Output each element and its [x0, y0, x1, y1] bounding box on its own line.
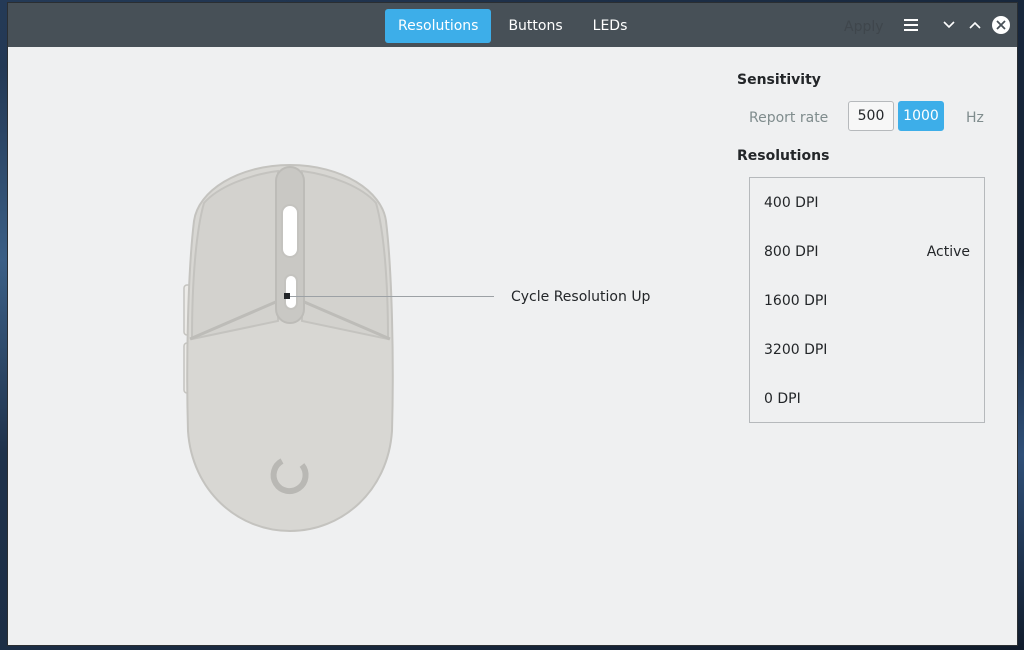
resolutions-list: 400 DPI 800 DPI Active 1600 DPI 3200 DPI…	[749, 177, 985, 423]
titlebar: Resolutions Buttons LEDs Apply	[8, 3, 1017, 47]
resolution-item[interactable]: 800 DPI Active	[750, 227, 984, 276]
main-content: Cycle Resolution Up Sensitivity Report r…	[8, 47, 1017, 645]
minimize-icon[interactable]	[937, 13, 961, 37]
apply-button[interactable]: Apply	[844, 19, 884, 35]
resolution-item[interactable]: 1600 DPI	[750, 276, 984, 325]
report-rate-500-button[interactable]: 500	[848, 101, 894, 131]
tab-resolutions[interactable]: Resolutions	[385, 9, 492, 43]
sensitivity-title: Sensitivity	[737, 72, 821, 88]
resolution-label: 400 DPI	[764, 194, 819, 211]
callout-label: Cycle Resolution Up	[511, 289, 651, 305]
report-rate-unit: Hz	[966, 110, 984, 126]
scroll-wheel[interactable]	[281, 204, 299, 258]
view-tabs: Resolutions Buttons LEDs	[385, 9, 644, 43]
dpi-cycle-button[interactable]	[284, 274, 298, 310]
resolution-item[interactable]: 0 DPI	[750, 374, 984, 423]
mouse-illustration	[183, 163, 394, 533]
callout-line	[290, 296, 494, 297]
close-icon[interactable]	[989, 13, 1013, 37]
resolution-label: 3200 DPI	[764, 341, 828, 358]
maximize-icon[interactable]	[963, 13, 987, 37]
report-rate-label: Report rate	[749, 110, 829, 126]
resolutions-title: Resolutions	[737, 148, 830, 164]
tab-buttons[interactable]: Buttons	[495, 9, 575, 43]
resolution-item[interactable]: 3200 DPI	[750, 325, 984, 374]
resolution-label: 0 DPI	[764, 390, 801, 407]
resolution-item[interactable]: 400 DPI	[750, 178, 984, 227]
app-window: Resolutions Buttons LEDs Apply Cycle Res…	[7, 2, 1018, 646]
tab-leds[interactable]: LEDs	[580, 9, 641, 43]
hamburger-menu-icon[interactable]	[899, 13, 923, 37]
report-rate-1000-button[interactable]: 1000	[898, 101, 944, 131]
resolution-status-active: Active	[926, 243, 970, 260]
resolution-label: 800 DPI	[764, 243, 819, 260]
resolution-label: 1600 DPI	[764, 292, 828, 309]
